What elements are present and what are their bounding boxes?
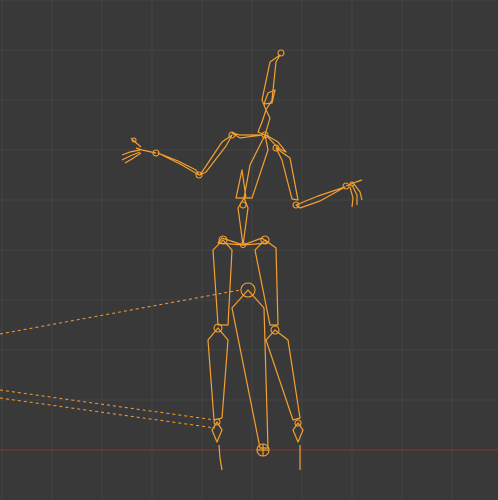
bone-shin-right xyxy=(265,329,301,421)
bone-thigh-left xyxy=(212,239,233,326)
viewport-canvas[interactable] xyxy=(0,0,498,500)
bone-thigh-right xyxy=(254,239,279,326)
bone-shoulder-left xyxy=(231,132,263,139)
bone-shoulder-right xyxy=(265,134,287,153)
bone-neck xyxy=(257,109,271,136)
floor-grid xyxy=(0,0,498,500)
bone-toe-left xyxy=(218,444,223,471)
bone-upperarm-right xyxy=(275,147,299,201)
bone-root xyxy=(231,289,269,449)
bone-chest xyxy=(243,134,269,199)
bone-shin-left xyxy=(207,327,229,421)
ik-line-left-foot-lower xyxy=(0,397,216,429)
armature-rig[interactable] xyxy=(121,49,363,471)
bone-upperarm-left xyxy=(199,134,233,176)
3d-viewport[interactable] xyxy=(0,0,498,500)
joint-head-top xyxy=(277,49,285,57)
joint-spine xyxy=(239,201,247,209)
ik-line-left-hand xyxy=(0,289,241,335)
ik-constraint-lines xyxy=(0,289,241,429)
bone-forearm-left xyxy=(157,152,200,176)
ik-line-left-foot-upper xyxy=(0,389,216,421)
bone-forearm-right xyxy=(295,186,346,209)
